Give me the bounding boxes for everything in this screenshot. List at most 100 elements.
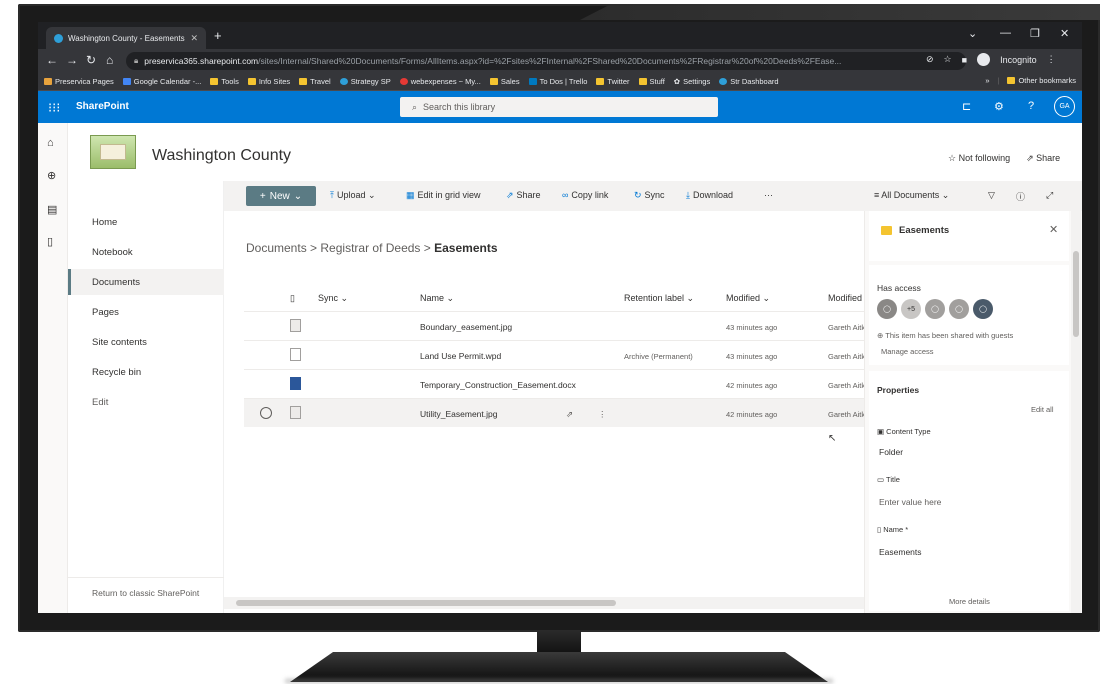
col-modified-by[interactable]: Modified [828,293,862,303]
download-button[interactable]: ⤓ Download [686,190,733,201]
row-share-icon[interactable]: ⇗ [566,409,573,420]
menu-icon[interactable]: ⋮ [1047,54,1056,65]
grid-view-button[interactable]: ▦ Edit in grid view [406,190,481,201]
nav-home[interactable]: Home [92,217,117,228]
file-name[interactable]: Utility_Easement.jpg [420,409,497,419]
table-row[interactable]: Land Use Permit.wpd Archive (Permanent) … [244,340,868,369]
copy-link-button[interactable]: ∞ Copy link [562,190,608,200]
scroll-thumb[interactable] [236,600,616,606]
row-more-icon[interactable]: ⋮ [598,409,607,420]
col-name[interactable]: Name ⌄ [420,293,454,304]
nav-site-contents[interactable]: Site contents [92,337,147,348]
maximize-icon[interactable]: ❐ [1030,27,1040,40]
app-name[interactable]: SharePoint [76,101,129,112]
filter-icon[interactable]: ▽ [988,190,995,201]
bookmark-item[interactable]: Twitter [596,77,630,86]
other-bookmarks[interactable]: Other bookmarks [1007,76,1076,85]
close-pane-icon[interactable]: ✕ [1049,223,1058,236]
person-avatar[interactable]: ◯ [973,299,993,319]
more-details-link[interactable]: More details [949,597,990,606]
incognito-label[interactable]: Incognito [1000,55,1037,65]
person-avatar[interactable]: ◯ [925,299,945,319]
file-name[interactable]: Land Use Permit.wpd [420,351,501,361]
upload-button[interactable]: ⤒ Upload ⌄ [330,190,376,201]
breadcrumb-registrar[interactable]: Registrar of Deeds [320,241,420,255]
share-button[interactable]: ⇗ Share [506,190,541,201]
person-avatar[interactable]: ◯ [949,299,969,319]
col-modified[interactable]: Modified ⌄ [726,293,770,304]
nav-pages[interactable]: Pages [92,307,119,318]
help-icon[interactable]: ? [1028,100,1034,112]
user-avatar[interactable]: GA [1054,96,1075,117]
url-bar[interactable]: 🔒︎ preservica365.sharepoint.com /sites/I… [126,52,966,70]
nav-documents[interactable]: Documents [92,277,140,288]
title-input[interactable]: Enter value here [879,497,941,507]
return-classic-link[interactable]: Return to classic SharePoint [68,577,224,598]
breadcrumb-documents[interactable]: Documents [246,241,307,255]
sync-button[interactable]: ↻ Sync [634,190,665,201]
star-icon[interactable]: ☆ [944,54,952,65]
globe-icon[interactable]: ⊕ [47,169,56,182]
file-type-header-icon[interactable]: ▯ [290,293,295,304]
site-logo[interactable] [90,135,136,169]
back-icon[interactable]: ← [46,53,58,67]
site-title[interactable]: Washington County [152,147,291,165]
access-count[interactable]: +5 [901,299,921,319]
new-button[interactable]: + New ⌄ [246,186,316,206]
col-retention[interactable]: Retention label ⌄ [624,293,694,304]
bookmark-item[interactable]: Strategy SP [339,77,391,86]
bookmark-item[interactable]: Str Dashboard [719,77,779,86]
horizontal-scrollbar[interactable] [224,597,864,609]
home-icon[interactable]: ⌂ [106,53,113,67]
scroll-thumb[interactable] [1073,251,1079,337]
close-tab-icon[interactable]: ✕ [190,33,198,44]
bookmark-item[interactable]: Preservica Pages [44,77,114,86]
close-window-icon[interactable]: ✕ [1060,27,1069,40]
sidepanel-icon[interactable]: ■ [962,55,967,65]
file-name[interactable]: Boundary_easement.jpg [420,322,512,332]
edit-all-link[interactable]: Edit all [1031,405,1054,414]
bookmark-item[interactable]: webexpenses ~ My... [399,77,481,86]
bookmark-item[interactable]: ✿ Settings [674,77,710,86]
info-icon[interactable]: ⓘ [1016,190,1025,203]
minimize-icon[interactable]: — [1000,27,1011,39]
view-selector[interactable]: ≡ All Documents ⌄ [874,190,949,201]
search-box[interactable]: ⌕ Search this library [400,97,718,117]
settings-icon[interactable]: ⚙ [994,100,1004,113]
bookmark-item[interactable]: Stuff [638,77,665,86]
megaphone-icon[interactable]: ⊏ [962,100,971,113]
more-commands-icon[interactable]: ··· [764,190,773,200]
tab-search-icon[interactable]: ⌄ [968,27,977,40]
file-name[interactable]: Temporary_Construction_Easement.docx [420,380,576,390]
reload-icon[interactable]: ↻ [86,53,96,67]
person-avatar[interactable]: ◯ [877,299,897,319]
browser-tab[interactable]: Washington County - Easements ✕ [46,27,206,49]
site-share-button[interactable]: ⇗ Share [1026,153,1060,164]
name-value[interactable]: Easements [879,547,922,557]
table-row[interactable]: Utility_Easement.jpg ⇗ ⋮ 42 minutes ago … [244,398,868,427]
nav-recycle-bin[interactable]: Recycle bin [92,367,141,378]
file-icon[interactable]: ▯ [47,235,53,248]
table-row[interactable]: Temporary_Construction_Easement.docx 42 … [244,369,868,398]
bookmark-item[interactable]: Sales [489,77,520,86]
new-tab-icon[interactable]: + [214,28,222,43]
home-rail-icon[interactable]: ⌂ [47,137,54,149]
col-sync[interactable]: Sync ⌄ [318,293,348,304]
eye-off-icon[interactable]: ⊘ [926,54,934,65]
app-launcher-icon[interactable]: ⁝⁝⁝ [48,100,60,116]
more-bookmarks-icon[interactable]: » [985,76,989,85]
bookmark-item[interactable]: Tools [210,77,239,86]
forward-icon[interactable]: → [66,53,78,67]
news-icon[interactable]: ▤ [47,203,57,216]
bookmark-item[interactable]: Info Sites [247,77,290,86]
row-select-radio[interactable] [260,407,272,419]
nav-edit[interactable]: Edit [92,397,108,408]
table-row[interactable]: Boundary_easement.jpg 43 minutes ago Gar… [244,311,868,340]
expand-icon[interactable]: ⤢ [1046,190,1053,201]
bookmark-item[interactable]: To Dos | Trello [528,77,587,86]
bookmark-item[interactable]: Travel [299,77,331,86]
nav-notebook[interactable]: Notebook [92,247,133,258]
follow-button[interactable]: ☆ Not following [948,153,1010,164]
bookmark-item[interactable]: Google Calendar -... [122,77,201,86]
vertical-scrollbar[interactable] [1071,211,1081,613]
